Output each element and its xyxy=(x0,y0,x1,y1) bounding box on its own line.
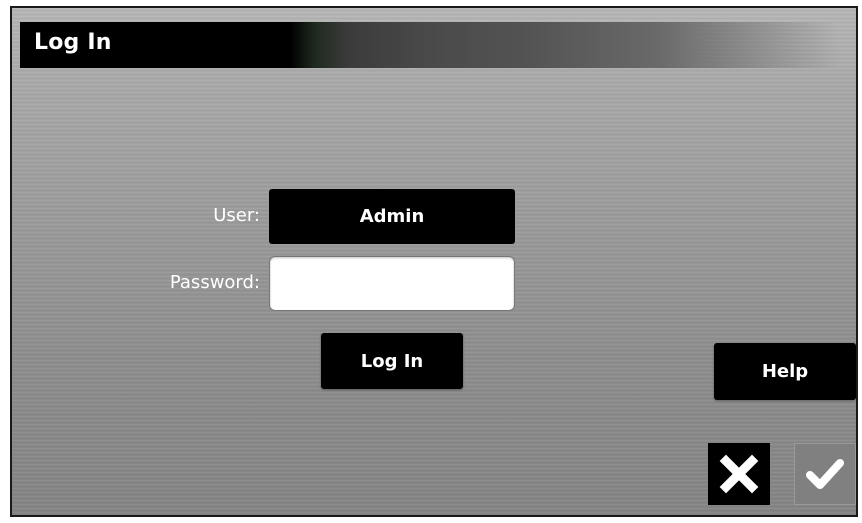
close-icon xyxy=(719,454,759,494)
cancel-button[interactable] xyxy=(708,443,770,505)
title-bar: Log In xyxy=(20,22,840,68)
checkmark-icon xyxy=(806,459,844,489)
user-label: User: xyxy=(213,205,260,226)
password-label: Password: xyxy=(169,272,260,293)
help-button-label: Help xyxy=(761,361,809,382)
password-field[interactable] xyxy=(269,256,515,311)
login-button-label: Log In xyxy=(360,350,424,372)
user-value: Admin xyxy=(359,206,425,227)
help-button[interactable]: Help xyxy=(714,343,856,400)
confirm-button[interactable] xyxy=(794,443,856,505)
page-title: Log In xyxy=(34,30,112,55)
login-button[interactable]: Log In xyxy=(321,333,463,389)
login-screen: Log In User: Admin Password: Log In Help xyxy=(10,6,858,517)
user-selector[interactable]: Admin xyxy=(269,189,515,244)
